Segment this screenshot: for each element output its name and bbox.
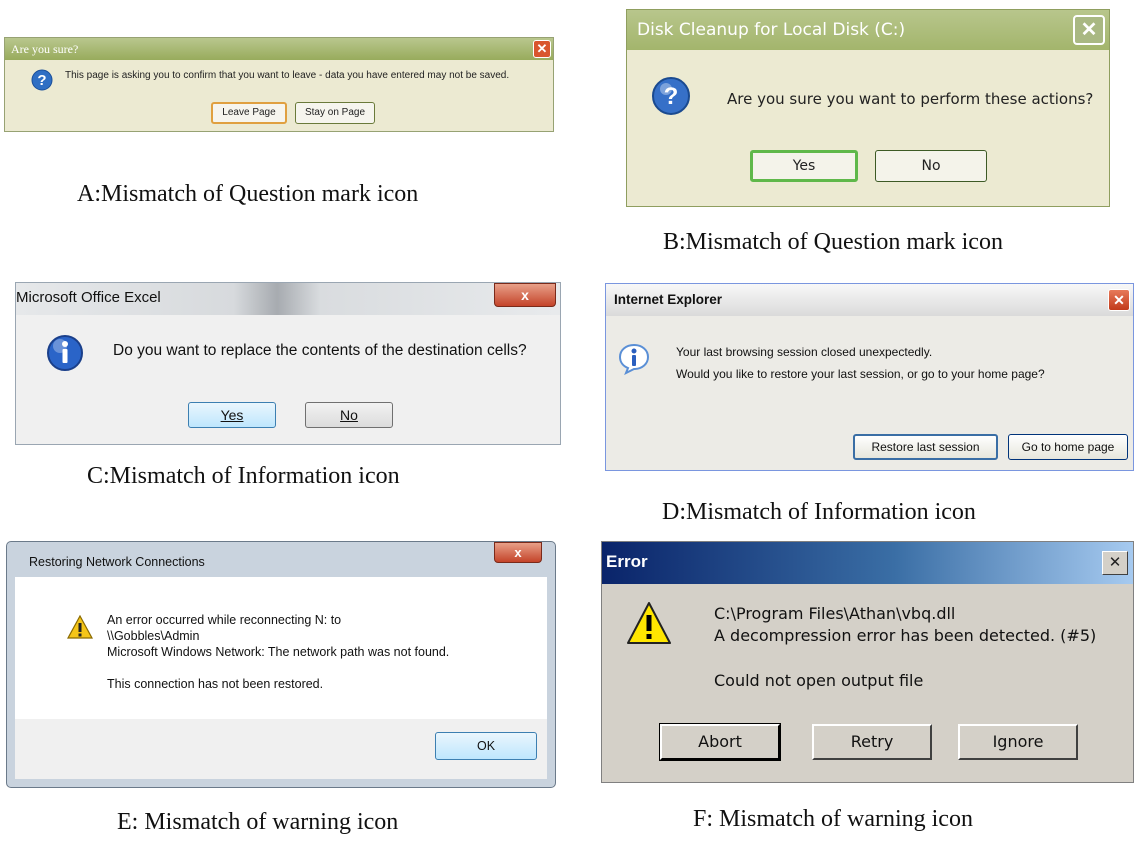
caption-a: A:Mismatch of Question mark icon [77,181,419,207]
dialog-d-title: Internet Explorer [614,292,723,307]
question-icon: ? [651,76,691,116]
dialog-a-titlebar[interactable]: Are you sure? ✕ [5,38,553,60]
dialog-e-message-line-3: Microsoft Windows Network: The network p… [107,645,450,659]
dialog-e-message-line-1: An error occurred while reconnecting N: … [107,613,342,627]
no-button[interactable]: No [875,150,987,182]
dialog-c-titlebar[interactable]: Microsoft Office Excel x [16,283,560,315]
abort-button[interactable]: Abort [660,724,780,760]
stay-on-page-button[interactable]: Stay on Page [295,102,375,124]
dialog-f-message-line-1: C:\Program Files\Athan\vbq.dll [714,604,956,623]
dialog-f-title: Error [606,552,648,571]
svg-text:?: ? [37,72,46,89]
close-icon[interactable]: ✕ [1108,289,1130,311]
close-icon[interactable]: ✕ [533,40,551,58]
close-icon[interactable]: ✕ [1102,551,1128,575]
close-icon[interactable]: ✕ [1073,15,1105,45]
dialog-c-title: Microsoft Office Excel [16,289,161,306]
caption-f: F: Mismatch of warning icon [693,806,973,832]
dialog-d-titlebar[interactable]: Internet Explorer ✕ [606,284,1133,316]
svg-text:?: ? [664,83,679,110]
warning-icon [626,601,672,645]
caption-d: D:Mismatch of Information icon [662,499,976,525]
dialog-f-message-extra: Could not open output file [714,671,924,690]
caption-e: E: Mismatch of warning icon [117,809,399,835]
dialog-e-content: An error occurred while reconnecting N: … [15,577,547,719]
close-icon[interactable]: x [494,283,556,307]
dialog-f-message-line-2: A decompression error has been detected.… [714,626,1097,645]
dialog-b: Disk Cleanup for Local Disk (C:) ✕ ? Are… [626,9,1110,207]
dialog-e-footer: OK [15,719,547,779]
dialog-f-titlebar[interactable]: Error ✕ [602,542,1133,584]
leave-page-button[interactable]: Leave Page [211,102,287,124]
go-to-home-page-button[interactable]: Go to home page [1008,434,1128,460]
dialog-b-title: Disk Cleanup for Local Disk (C:) [637,20,906,40]
yes-button[interactable]: Yes [188,402,276,428]
retry-button[interactable]: Retry [812,724,932,760]
question-icon: ? [31,69,53,91]
dialog-d-message-line-1: Your last browsing session closed unexpe… [676,345,933,359]
info-icon [46,334,84,372]
dialog-f: Error ✕ C:\Program Files\Athan\vbq.dll A… [601,541,1134,783]
dialog-e-titlebar[interactable]: Restoring Network Connections x [7,542,555,577]
dialog-e-message-extra: This connection has not been restored. [107,677,324,691]
dialog-e: Restoring Network Connections x An error… [6,541,556,788]
restore-last-session-button[interactable]: Restore last session [853,434,998,460]
dialog-c: Microsoft Office Excel x Do you want to … [15,282,561,445]
dialog-e-title: Restoring Network Connections [29,555,205,569]
dialog-c-body: Do you want to replace the contents of t… [16,315,560,444]
dialog-e-message-line-2: \\Gobbles\Admin [107,629,200,643]
dialog-a-title: Are you sure? [11,42,79,56]
caption-b: B:Mismatch of Question mark icon [663,229,1003,255]
dialog-b-titlebar[interactable]: Disk Cleanup for Local Disk (C:) ✕ [627,10,1109,50]
warning-icon [67,615,93,639]
yes-button[interactable]: Yes [750,150,858,182]
dialog-c-message: Do you want to replace the contents of t… [113,342,527,359]
ok-button[interactable]: OK [435,732,537,760]
ignore-button[interactable]: Ignore [958,724,1078,760]
caption-c: C:Mismatch of Information icon [87,463,400,489]
dialog-d-message-line-2: Would you like to restore your last sess… [676,367,1045,381]
no-button[interactable]: No [305,402,393,428]
dialog-a: Are you sure? ✕ ? This page is asking yo… [4,37,554,132]
dialog-b-message: Are you sure you want to perform these a… [727,90,1094,108]
dialog-a-message: This page is asking you to confirm that … [65,70,510,81]
close-icon[interactable]: x [494,542,542,563]
dialog-d: Internet Explorer ✕ Your last browsing s… [605,283,1134,471]
info-icon [618,343,650,375]
